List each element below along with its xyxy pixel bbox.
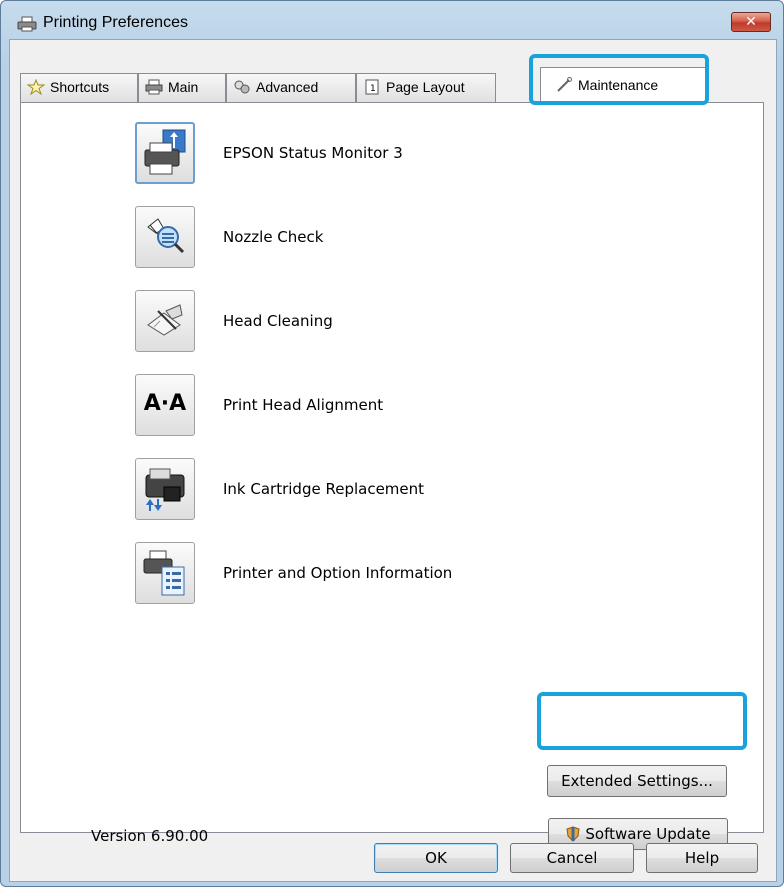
- maintenance-panel: EPSON Status Monitor 3 Nozzle Check Head…: [20, 102, 764, 850]
- tab-main[interactable]: Main: [138, 73, 226, 102]
- tab-label: Main: [168, 79, 199, 95]
- printer-icon: [145, 79, 163, 95]
- window-title: Printing Preferences: [43, 14, 188, 31]
- tool-label: EPSON Status Monitor 3: [223, 144, 403, 162]
- tool-label: Nozzle Check: [223, 228, 324, 246]
- cancel-label: Cancel: [546, 849, 598, 867]
- ink-cartridge-icon: [145, 468, 185, 511]
- ok-label: OK: [425, 849, 447, 867]
- shield-icon: [566, 826, 580, 842]
- tab-advanced[interactable]: Advanced: [226, 73, 356, 102]
- title-bar[interactable]: Printing Preferences ✕: [7, 5, 779, 39]
- software-update-label: Software Update: [585, 825, 711, 843]
- close-icon: ✕: [745, 14, 757, 30]
- tool-label: Printer and Option Information: [223, 564, 453, 582]
- close-button[interactable]: ✕: [731, 12, 771, 32]
- extended-settings-label: Extended Settings...: [561, 772, 713, 790]
- tab-label: Maintenance: [578, 77, 659, 93]
- printer-icon: [17, 16, 37, 32]
- tool-ink-cartridge-replacement[interactable]: Ink Cartridge Replacement: [135, 458, 635, 528]
- tool-label: Ink Cartridge Replacement: [223, 480, 425, 498]
- printing-preferences-window: Printing Preferences ✕ Shortcuts Main Ad…: [0, 0, 784, 887]
- page-layout-icon: 1: [365, 79, 379, 95]
- tab-page-layout[interactable]: 1 Page Layout: [356, 73, 496, 102]
- advanced-icon: [234, 80, 250, 94]
- status-monitor-button[interactable]: [135, 122, 195, 184]
- wrench-icon: [557, 77, 572, 92]
- dialog-client-area: Shortcuts Main Advanced 1 Page Layout Mai…: [9, 39, 777, 882]
- star-icon: [27, 79, 45, 95]
- tab-label: Advanced: [256, 79, 319, 95]
- tab-maintenance[interactable]: Maintenance: [540, 67, 708, 103]
- tool-print-head-alignment[interactable]: A·A Print Head Alignment: [135, 374, 635, 444]
- tab-shortcuts[interactable]: Shortcuts: [20, 73, 138, 102]
- help-button[interactable]: Help: [646, 843, 758, 873]
- printer-info-icon: [143, 550, 185, 596]
- extended-settings-button[interactable]: Extended Settings...: [547, 765, 727, 797]
- tool-printer-option-information[interactable]: Printer and Option Information: [135, 542, 635, 612]
- version-label: Version 6.90.00: [91, 827, 209, 845]
- tab-label: Shortcuts: [50, 79, 110, 95]
- tool-status-monitor[interactable]: EPSON Status Monitor 3: [135, 122, 635, 192]
- status-monitor-icon: [144, 129, 186, 175]
- head-alignment-icon: A·A: [143, 391, 187, 416]
- nozzle-check-button[interactable]: [135, 206, 195, 268]
- head-cleaning-icon: [147, 304, 183, 336]
- nozzle-check-icon: [147, 218, 185, 254]
- svg-text:1: 1: [370, 84, 376, 94]
- printer-info-button[interactable]: [135, 542, 195, 604]
- tool-head-cleaning[interactable]: Head Cleaning: [135, 290, 635, 360]
- help-label: Help: [684, 849, 720, 867]
- tool-label: Head Cleaning: [223, 312, 333, 330]
- tab-label: Page Layout: [386, 79, 465, 95]
- ink-cartridge-button[interactable]: [135, 458, 195, 520]
- tool-nozzle-check[interactable]: Nozzle Check: [135, 206, 635, 276]
- head-alignment-button[interactable]: A·A: [135, 374, 195, 436]
- head-cleaning-button[interactable]: [135, 290, 195, 352]
- cancel-button[interactable]: Cancel: [510, 843, 634, 873]
- ok-button[interactable]: OK: [374, 843, 498, 873]
- tool-label: Print Head Alignment: [223, 396, 384, 414]
